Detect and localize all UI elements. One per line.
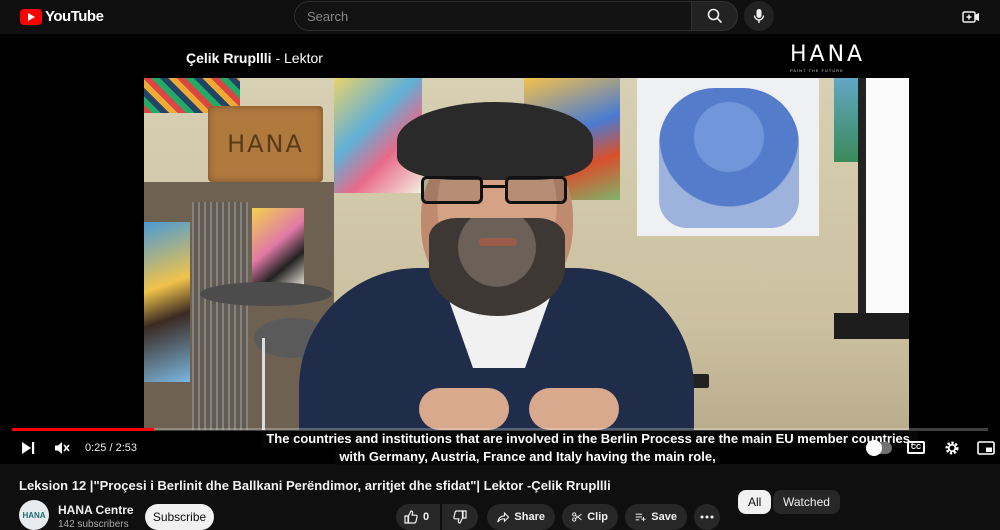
autoplay-toggle[interactable]: [866, 440, 892, 456]
time-display: 0:25 / 2:53: [85, 442, 137, 454]
flat-cap: [397, 102, 593, 180]
gear-icon: [945, 441, 959, 455]
video-frame[interactable]: HANA: [144, 78, 909, 430]
search-box[interactable]: [294, 1, 692, 31]
more-actions-button[interactable]: [694, 504, 720, 530]
share-button[interactable]: Share: [487, 504, 555, 530]
subscriber-count: 142 subscribers: [58, 519, 129, 530]
save-button[interactable]: Save: [625, 504, 687, 530]
video-player[interactable]: Çelik Rrupllli - Lektor HANA PAINT THE F…: [0, 34, 1000, 465]
speaker: [299, 88, 694, 430]
search-input[interactable]: [307, 8, 691, 24]
channel-name[interactable]: HANA Centre: [58, 503, 134, 517]
hana-watermark-text: HANA: [790, 42, 866, 67]
scissors-icon: [572, 512, 582, 522]
time-total: 2:53: [115, 442, 138, 454]
next-icon: [22, 442, 35, 454]
youtube-logo[interactable]: YouTube: [20, 8, 104, 25]
like-button[interactable]: 0: [396, 504, 440, 530]
more-horizontal-icon: [700, 515, 714, 519]
search-button[interactable]: [692, 1, 738, 31]
projection-screen: [858, 78, 909, 323]
youtube-play-icon: [20, 8, 42, 25]
settings-button[interactable]: [940, 437, 964, 459]
glasses: [421, 176, 571, 206]
create-video-icon: [962, 11, 979, 23]
lecturer-role: - Lektor: [275, 50, 323, 66]
volume-muted-icon: [55, 442, 70, 454]
playlist-add-icon: [635, 513, 646, 522]
share-icon: [497, 511, 510, 523]
sign-text: HANA: [227, 130, 304, 158]
painting: [144, 222, 190, 382]
save-label: Save: [651, 511, 677, 523]
miniplayer-button[interactable]: [974, 437, 998, 459]
subscribe-button[interactable]: Subscribe: [145, 504, 214, 530]
next-button[interactable]: [16, 437, 40, 459]
subtitles-button[interactable]: CC: [907, 441, 925, 454]
search-icon: [707, 8, 722, 24]
like-count: 0: [423, 511, 430, 523]
avatar-text: HANA: [22, 510, 46, 520]
screen-stand: [834, 313, 909, 339]
chip-all[interactable]: All: [738, 490, 772, 514]
clip-button[interactable]: Clip: [562, 504, 618, 530]
mute-button[interactable]: [50, 437, 74, 459]
video-overlay-title: Çelik Rrupllli - Lektor: [186, 50, 323, 66]
hands: [419, 388, 619, 430]
channel-avatar[interactable]: HANA: [19, 500, 49, 530]
thumbs-up-icon: [404, 510, 418, 524]
miniplayer-icon: [977, 441, 995, 455]
player-controls: 0:25 / 2:53 CC: [0, 432, 1000, 464]
masthead: YouTube: [0, 0, 1000, 34]
painting: [252, 208, 304, 288]
video-title: Leksion 12 |"Proçesi i Berlinit dhe Ball…: [19, 478, 611, 493]
time-separator: /: [109, 442, 113, 454]
share-label: Share: [514, 511, 545, 523]
thumbs-down-icon: [453, 510, 467, 524]
dislike-button[interactable]: [442, 504, 478, 530]
chip-watched[interactable]: Watched: [773, 490, 840, 514]
hana-watermark: HANA PAINT THE FUTURE: [790, 42, 865, 73]
microphone-icon: [753, 9, 765, 23]
hana-watermark-sub: PAINT THE FUTURE: [790, 68, 844, 73]
lecturer-name: Çelik Rrupllli: [186, 50, 272, 66]
create-button[interactable]: [960, 6, 982, 28]
logo-text: YouTube: [45, 8, 104, 25]
voice-search-button[interactable]: [744, 1, 774, 31]
clip-label: Clip: [587, 511, 608, 523]
beard: [429, 218, 565, 316]
time-current: 0:25: [85, 442, 107, 454]
